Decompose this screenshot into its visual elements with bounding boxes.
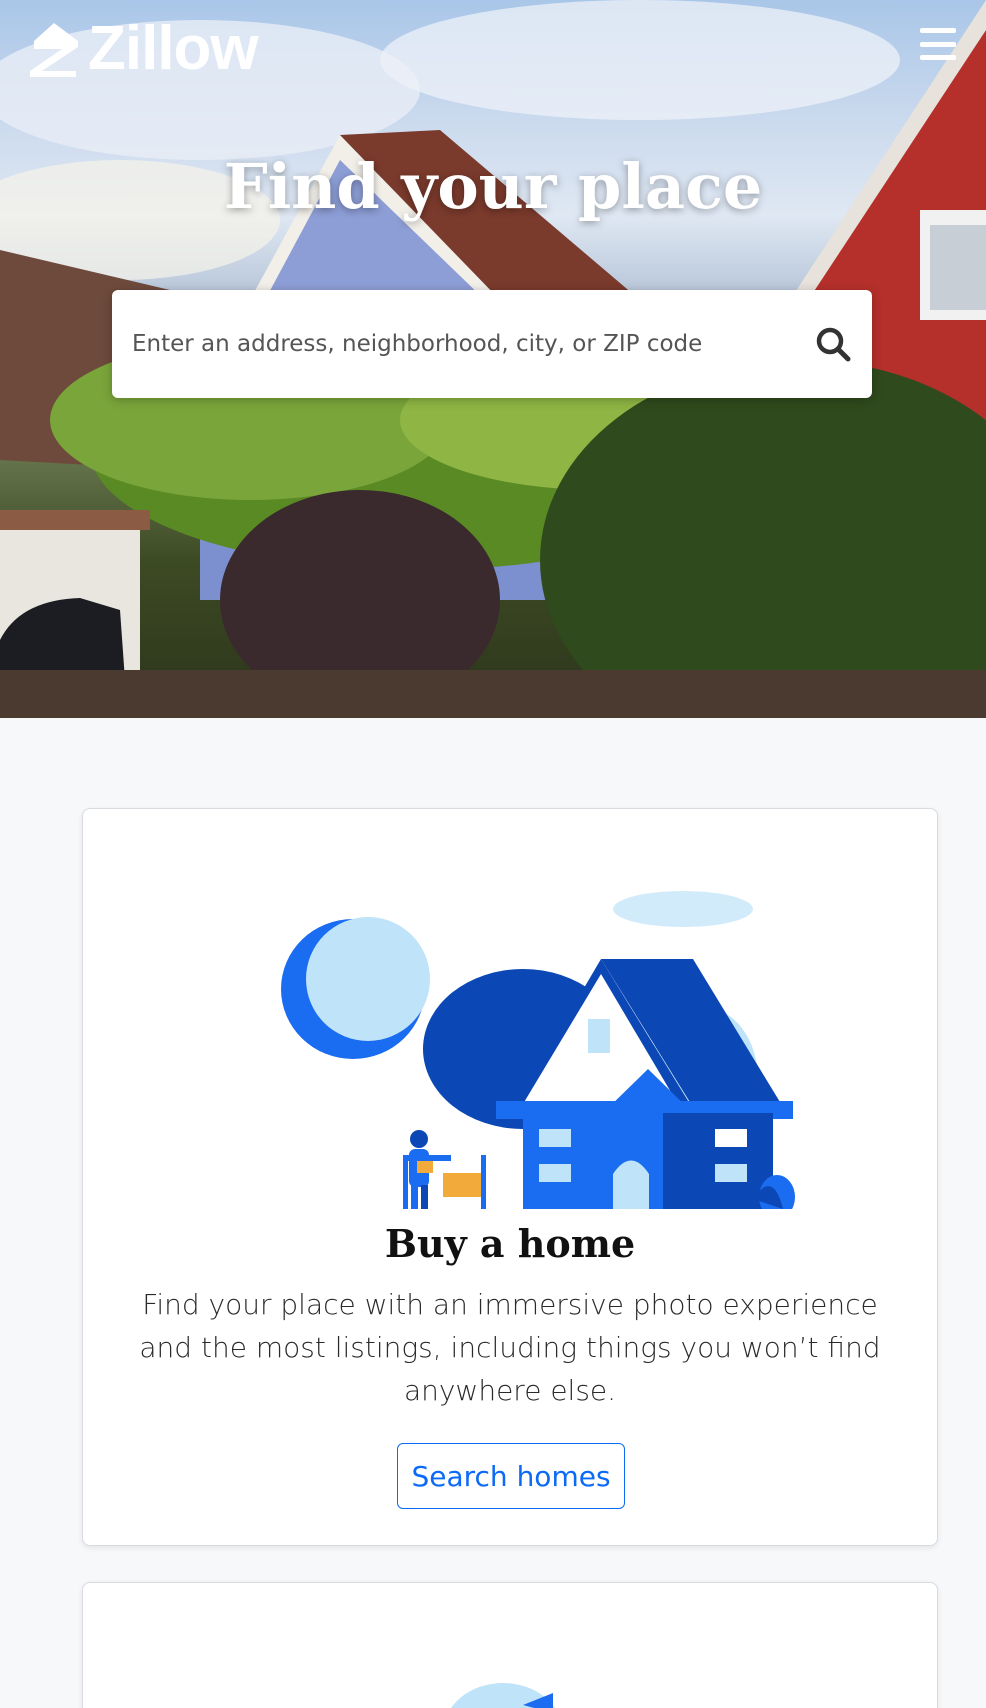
menu-line [920,28,956,33]
house-with-agent-illustration [281,891,795,1209]
buy-home-card: Buy a home Find your place with an immer… [82,808,938,1546]
search-homes-button[interactable]: Search homes [397,1443,625,1509]
next-card-illustration [451,1683,555,1708]
menu-line [920,41,956,47]
card-title: Buy a home [384,1221,636,1266]
menu-line [920,55,956,60]
hamburger-menu-icon[interactable] [920,28,956,60]
next-card [82,1582,938,1708]
search-bar [112,290,872,398]
zillow-logo-icon [30,23,78,77]
search-icon[interactable] [814,325,852,363]
card-description: Find your place with an immersive photo … [139,1288,881,1407]
page: Zillow Find your place Enter an address,… [0,0,986,1708]
hero-section: Zillow Find your place [0,0,986,718]
hero-title: Find your place [223,150,763,223]
search-input[interactable] [132,331,814,357]
brand-name: Zillow [88,14,259,83]
zillow-logo[interactable]: Zillow [28,14,259,83]
